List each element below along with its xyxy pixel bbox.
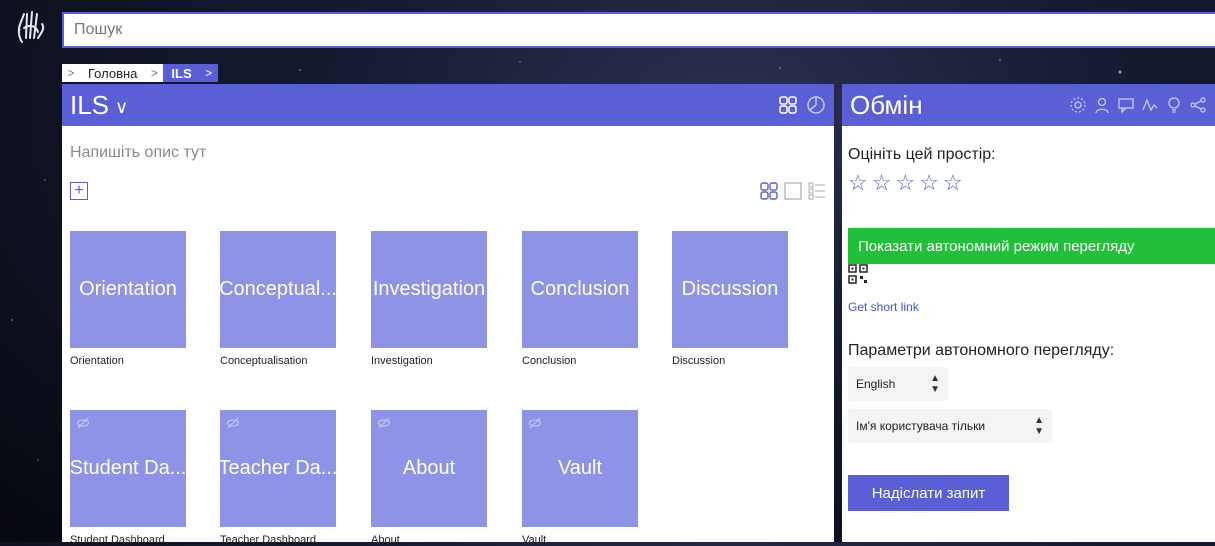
tile-caption[interactable]: Conceptualisation [220,355,350,367]
submit-request-button[interactable]: Надіслати запит [848,475,1009,511]
space-description[interactable]: Напишіть опис тут [70,144,206,162]
tile[interactable]: Conceptual... [220,231,336,348]
qr-code-icon[interactable] [848,264,868,284]
select-arrows-icon: ▲ ▼ [930,373,940,395]
tile-title: Conclusion [530,278,630,300]
activity-icon[interactable] [1141,96,1159,114]
tile-title: About [402,457,456,479]
tile-title: Vault [557,457,603,479]
chevron-right-icon: > [145,64,164,82]
username-select-value: Ім'я користувача тільки [856,419,986,433]
space-title[interactable]: ILS [70,90,109,121]
share-title: Обмін [850,89,923,120]
tile[interactable]: About [371,410,487,527]
tile-title: Investigation [372,278,486,300]
star-rating: ☆ ☆ ☆ ☆ ☆ [848,172,963,194]
tile-title: Discussion [681,278,779,300]
star-icon[interactable]: ☆ [872,172,892,194]
offline-params-label: Параметри автономного перегляду: [848,342,1115,359]
search-box[interactable] [62,12,1215,48]
tile-title: Orientation [79,278,177,300]
breadcrumb: > Головна > ILS > [62,63,218,83]
single-view-icon[interactable] [784,182,802,200]
share-icon[interactable] [1189,96,1207,114]
tile[interactable]: Investigation [371,231,487,348]
tile[interactable]: Orientation [70,231,186,348]
space-header: ILS ∨ [62,84,834,126]
tile-caption[interactable]: Teacher Dashboard [220,534,350,546]
tile-title: Conceptual... [220,278,336,300]
tile-caption[interactable]: Conclusion [522,355,652,367]
user-icon[interactable] [1093,96,1111,114]
short-link[interactable]: Get short link [848,300,919,314]
breadcrumb-home[interactable]: Головна [80,64,146,82]
star-icon[interactable]: ☆ [895,172,915,194]
space-panel: ILS ∨ Напишіть опис тут + Orientation Or… [62,84,834,546]
tile[interactable]: Teacher Da... [220,410,336,527]
share-panel: Обмін Оцініть цей простір: ☆ ☆ ☆ ☆ ☆ Пок… [842,84,1215,542]
tile-caption[interactable]: Student Dashboard [70,534,200,546]
tile[interactable]: Student Da... [70,410,186,527]
tile-title: Student Da... [70,457,186,479]
tile[interactable]: Discussion [672,231,788,348]
offline-view-button[interactable]: Показати автономний режим перегляду [848,228,1215,264]
language-select-value: English [856,377,896,391]
tile[interactable]: Vault [522,410,638,527]
share-header: Обмін [842,84,1215,126]
search-input[interactable] [64,14,1215,46]
list-view-icon[interactable] [808,182,826,200]
pie-chart-icon[interactable] [806,95,826,115]
tile-caption[interactable]: Discussion [672,355,802,367]
star-icon[interactable]: ☆ [848,172,868,194]
star-icon[interactable]: ☆ [919,172,939,194]
view-switcher [760,182,826,200]
tile-caption[interactable]: Orientation [70,355,200,367]
username-select[interactable]: Ім'я користувача тільки ▲ ▼ [848,409,1052,443]
language-select[interactable]: English ▲ ▼ [848,367,948,401]
chevron-right-icon: > [62,64,80,82]
settings-icon[interactable] [1069,96,1087,114]
chevron-down-icon[interactable]: ∨ [115,97,128,118]
rating-label: Оцініть цей простір: [848,146,996,163]
tile-caption[interactable]: About [371,534,501,546]
tile-title: Teacher Da... [220,457,336,479]
star-icon[interactable]: ☆ [943,172,963,194]
chevron-right-icon: > [199,64,218,82]
comment-icon[interactable] [1117,96,1135,114]
tile-caption[interactable]: Investigation [371,355,501,367]
grid-view-icon[interactable] [760,182,778,200]
tile-caption[interactable]: Vault [522,534,652,546]
lightbulb-icon[interactable] [1165,96,1183,114]
breadcrumb-current[interactable]: ILS [163,64,200,82]
tile[interactable]: Conclusion [522,231,638,348]
add-tile-button[interactable]: + [70,182,88,200]
select-arrows-icon: ▲ ▼ [1034,415,1044,437]
grid-icon[interactable] [778,95,798,115]
hand-logo-icon[interactable] [12,8,52,48]
